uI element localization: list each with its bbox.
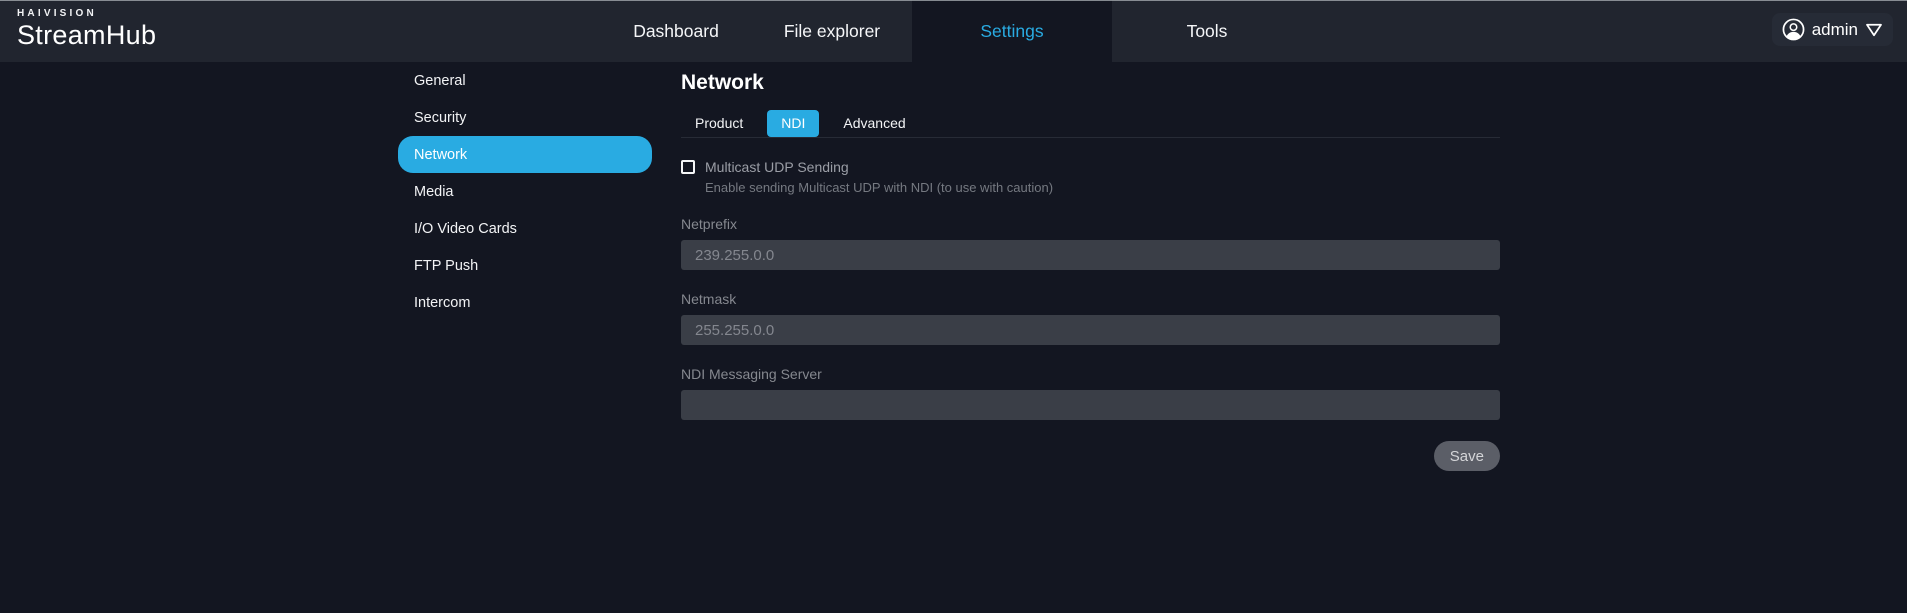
top-divider: [0, 0, 1907, 1]
ndi-messaging-server-label: NDI Messaging Server: [681, 366, 1500, 382]
multicast-hint: Enable sending Multicast UDP with NDI (t…: [705, 180, 1500, 195]
multicast-label[interactable]: Multicast UDP Sending: [705, 159, 849, 175]
brand-company: HAIVISION: [17, 8, 156, 19]
chevron-down-icon: [1865, 23, 1883, 37]
sidebar-item-io-video-cards[interactable]: I/O Video Cards: [398, 210, 652, 247]
brand-logo[interactable]: HAIVISION StreamHub: [17, 8, 156, 51]
save-button[interactable]: Save: [1434, 441, 1500, 471]
sidebar-item-security[interactable]: Security: [398, 99, 652, 136]
network-settings-panel: Network Product NDI Advanced Multicast U…: [681, 62, 1500, 471]
nav-item-file-explorer[interactable]: File explorer: [752, 0, 912, 62]
save-row: Save: [681, 441, 1500, 471]
sidebar-item-media[interactable]: Media: [398, 173, 652, 210]
page-title: Network: [681, 71, 1500, 95]
nav-item-dashboard[interactable]: Dashboard: [600, 0, 752, 62]
sidebar-item-network[interactable]: Network: [398, 136, 652, 173]
multicast-checkbox[interactable]: [681, 160, 695, 174]
netprefix-label: Netprefix: [681, 216, 1500, 232]
tab-advanced[interactable]: Advanced: [829, 110, 919, 137]
user-menu-button[interactable]: admin: [1772, 13, 1893, 46]
nav-item-settings[interactable]: Settings: [912, 0, 1112, 62]
user-circle-icon: [1782, 18, 1805, 41]
sidebar-item-general[interactable]: General: [398, 62, 652, 99]
netprefix-input[interactable]: [681, 240, 1500, 270]
tab-product[interactable]: Product: [681, 110, 757, 137]
multicast-row: Multicast UDP Sending: [681, 159, 1500, 175]
main-nav: Dashboard File explorer Settings Tools: [600, 0, 1302, 62]
tab-ndi[interactable]: NDI: [767, 110, 819, 137]
network-tabbar: Product NDI Advanced: [681, 110, 1500, 138]
netmask-label: Netmask: [681, 291, 1500, 307]
netmask-input[interactable]: [681, 315, 1500, 345]
settings-sidebar: General Security Network Media I/O Video…: [398, 62, 652, 321]
top-nav-bar: HAIVISION StreamHub Dashboard File explo…: [0, 0, 1907, 62]
user-name: admin: [1812, 20, 1858, 40]
sidebar-item-ftp-push[interactable]: FTP Push: [398, 247, 652, 284]
ndi-messaging-server-input[interactable]: [681, 390, 1500, 420]
brand-product: StreamHub: [17, 20, 156, 51]
sidebar-item-intercom[interactable]: Intercom: [398, 284, 652, 321]
nav-item-tools[interactable]: Tools: [1112, 0, 1302, 62]
